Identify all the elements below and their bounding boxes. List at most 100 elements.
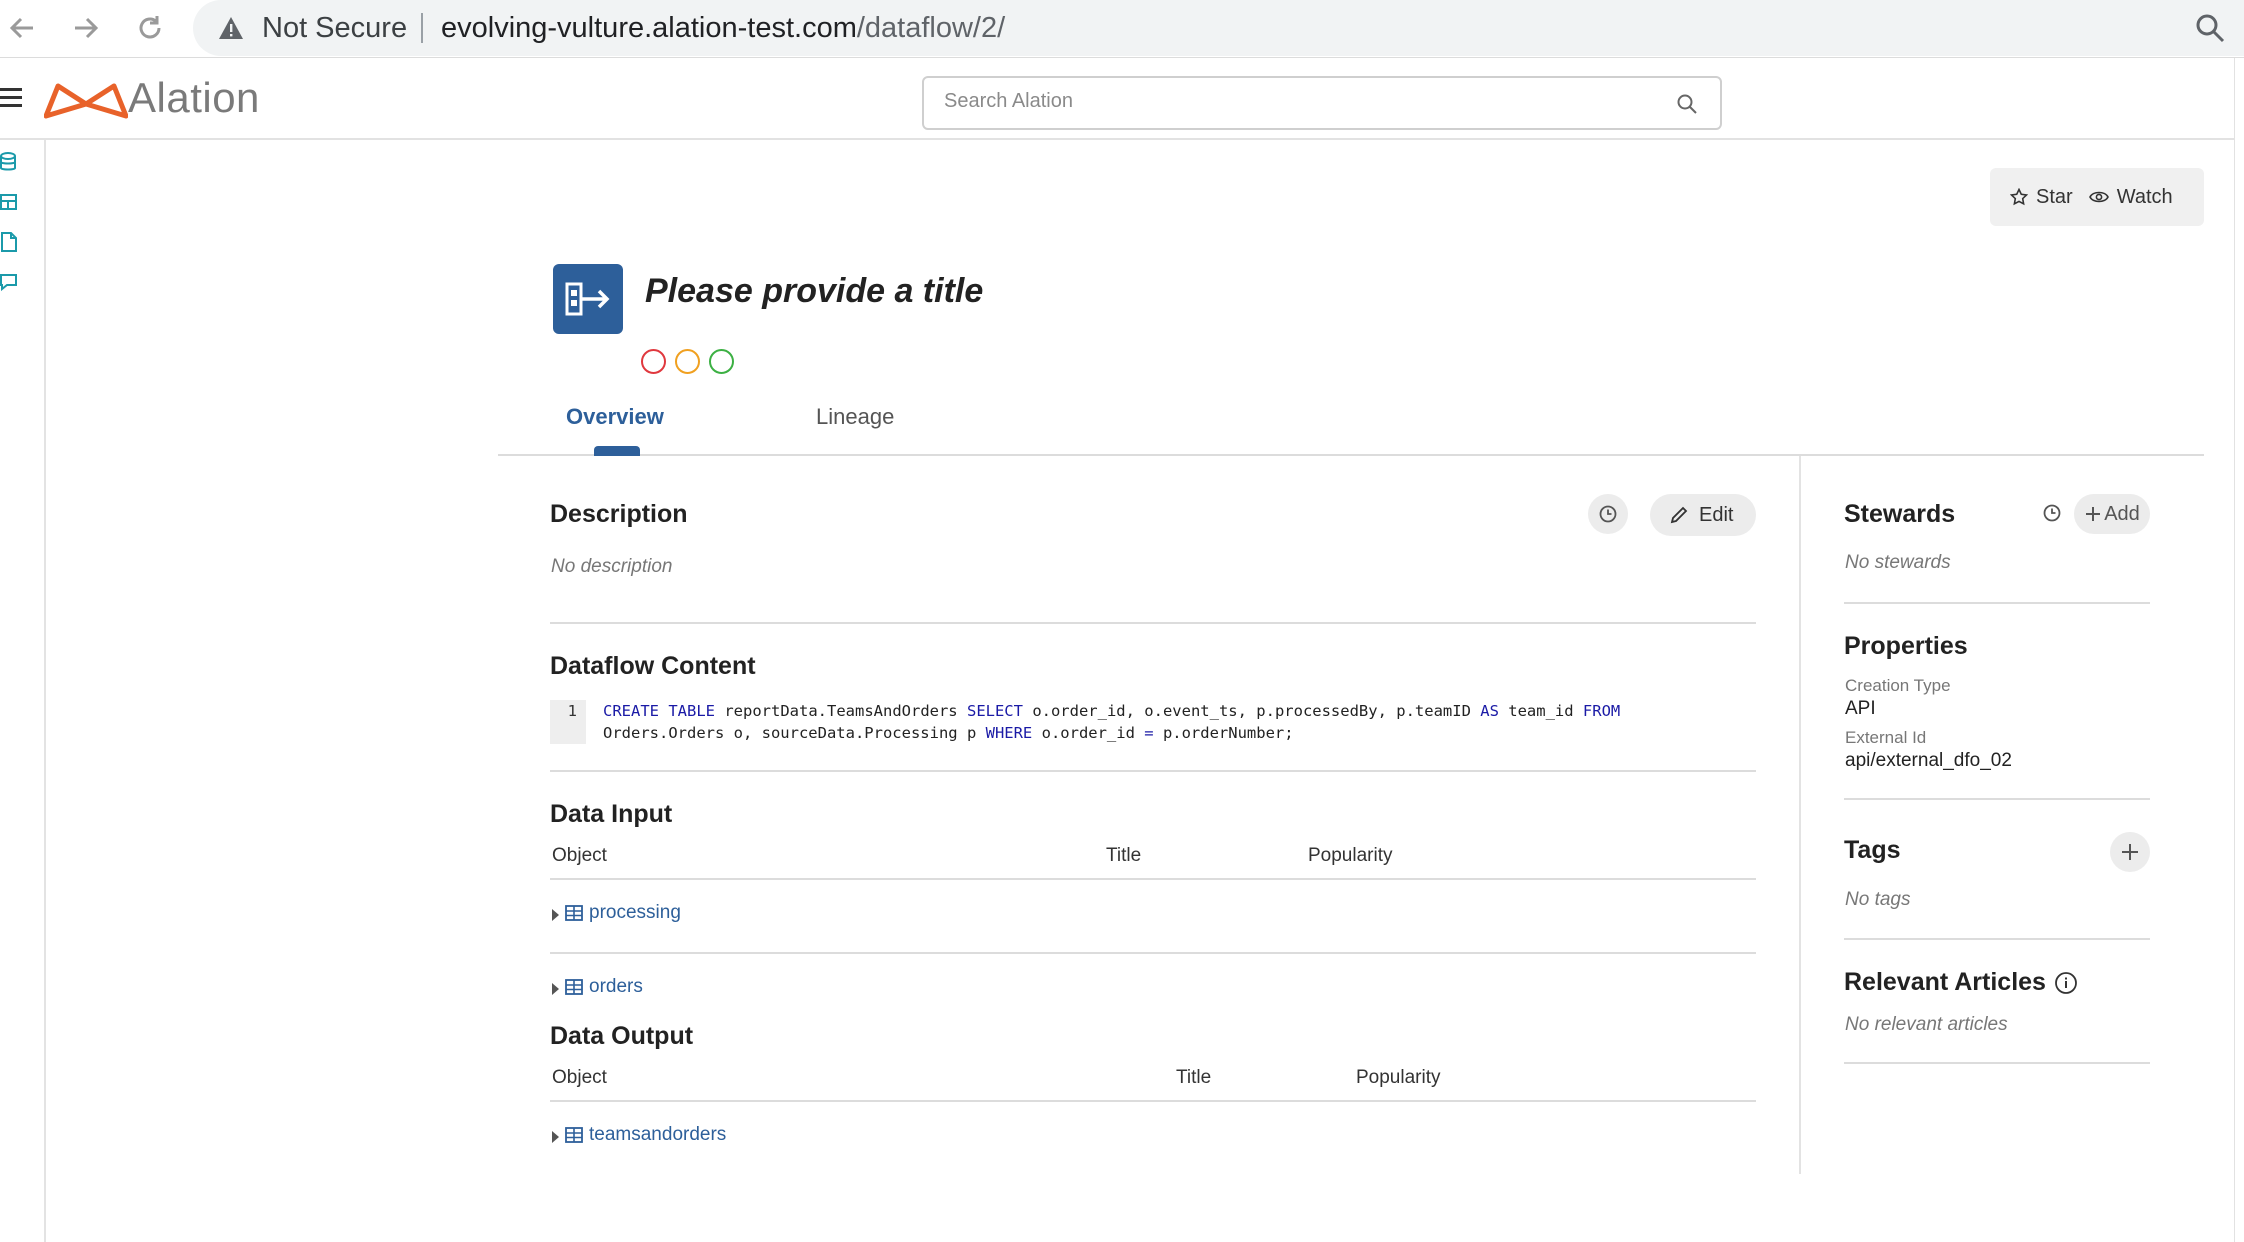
plus-icon — [2086, 507, 2101, 521]
zoom-icon[interactable] — [2194, 12, 2226, 44]
scrollbar[interactable] — [2234, 58, 2244, 1242]
tags-empty-text: No tags — [1845, 889, 1911, 910]
articles-heading-row: Relevant Articles — [1844, 968, 2078, 997]
object-link[interactable]: orders — [589, 976, 643, 998]
expand-caret-icon[interactable] — [552, 1131, 559, 1143]
articles-empty-text: No relevant articles — [1845, 1014, 2008, 1035]
divider — [1844, 602, 2150, 604]
divider — [1844, 1062, 2150, 1064]
stewards-empty-text: No stewards — [1845, 552, 1951, 573]
star-label: Star — [2036, 185, 2073, 208]
active-tab-indicator — [594, 446, 640, 456]
warning-signal-icon[interactable] — [675, 349, 700, 374]
property-label: External Id — [1845, 728, 1927, 747]
search-icon[interactable] — [1676, 93, 1698, 115]
divider — [550, 1100, 1756, 1102]
divider — [1844, 938, 2150, 940]
property-label: Creation Type — [1845, 676, 1951, 695]
back-arrow-icon[interactable] — [2, 8, 42, 48]
table-row[interactable]: orders — [552, 976, 643, 998]
object-link[interactable]: teamsandorders — [589, 1124, 726, 1146]
table-icon — [565, 905, 583, 921]
column-header-object[interactable]: Object — [552, 845, 607, 867]
database-icon[interactable] — [0, 152, 18, 172]
clock-icon — [1599, 505, 1617, 523]
column-header-popularity[interactable]: Popularity — [1356, 1067, 1441, 1089]
url-separator — [421, 13, 423, 43]
column-header-popularity[interactable]: Popularity — [1308, 845, 1393, 867]
page-title[interactable]: Please provide a title — [645, 272, 983, 311]
sql-code: CREATE TABLE reportData.TeamsAndOrders S… — [603, 702, 1621, 742]
properties-heading: Properties — [1844, 632, 1968, 660]
object-link[interactable]: processing — [589, 902, 681, 924]
reload-icon[interactable] — [130, 8, 170, 48]
line-number: 1 — [550, 700, 586, 744]
table-row[interactable]: processing — [552, 902, 681, 924]
dataflow-content-heading: Dataflow Content — [550, 652, 756, 680]
alation-logo-icon[interactable] — [44, 80, 128, 120]
data-output-heading: Data Output — [550, 1022, 694, 1050]
plus-icon — [2122, 844, 2138, 860]
warning-icon — [219, 17, 243, 39]
search-input[interactable] — [944, 90, 1644, 113]
data-input-heading: Data Input — [550, 800, 673, 828]
eye-icon — [2088, 191, 2109, 203]
browser-chrome: Not Secure evolving-vulture.alation-test… — [0, 0, 2244, 58]
add-tag-button[interactable] — [2110, 832, 2150, 872]
clock-icon — [2043, 504, 2061, 522]
column-header-title[interactable]: Title — [1106, 845, 1141, 867]
divider — [1844, 798, 2150, 800]
tab-bar: Overview Lineage — [498, 404, 2204, 456]
add-steward-button[interactable]: Add — [2074, 494, 2150, 534]
stewards-history-icon[interactable] — [2042, 503, 2062, 528]
column-header-title[interactable]: Title — [1176, 1067, 1211, 1089]
logo-text[interactable]: Alation — [128, 74, 260, 122]
trust-signals — [641, 349, 743, 374]
divider — [550, 952, 1756, 954]
tab-lineage[interactable]: Lineage — [816, 404, 894, 430]
menu-icon[interactable] — [0, 88, 22, 108]
pencil-icon — [1670, 506, 1688, 524]
property-value[interactable]: API — [1845, 698, 1876, 720]
watch-button[interactable]: Watch — [2088, 185, 2173, 209]
description-text[interactable]: No description — [551, 556, 672, 578]
app-header: Alation — [0, 58, 2234, 140]
document-icon[interactable] — [0, 232, 18, 252]
table-icon[interactable] — [0, 192, 18, 212]
divider — [550, 878, 1756, 880]
forward-arrow-icon[interactable] — [66, 8, 106, 48]
articles-heading: Relevant Articles — [1844, 968, 2046, 996]
watch-label: Watch — [2116, 185, 2173, 208]
description-heading: Description — [550, 500, 688, 528]
column-header-object[interactable]: Object — [552, 1067, 607, 1089]
star-icon — [2010, 188, 2028, 206]
expand-caret-icon[interactable] — [552, 983, 559, 995]
property-value[interactable]: api/external_dfo_02 — [1845, 750, 2012, 772]
table-row[interactable]: teamsandorders — [552, 1124, 726, 1146]
edit-button[interactable]: Edit — [1650, 494, 1756, 536]
star-button[interactable]: Star — [2010, 186, 2073, 209]
stewards-heading: Stewards — [1844, 500, 1956, 528]
security-label[interactable]: Not Secure — [262, 12, 407, 45]
description-history-button[interactable] — [1588, 494, 1628, 534]
table-icon — [565, 1127, 583, 1143]
info-icon[interactable] — [2054, 971, 2078, 995]
tab-overview[interactable]: Overview — [566, 404, 664, 430]
endorsement-signal-icon[interactable] — [709, 349, 734, 374]
edit-label: Edit — [1699, 503, 1734, 526]
divider — [550, 622, 1756, 624]
sql-code-block[interactable]: 1 CREATE TABLE reportData.TeamsAndOrders… — [550, 700, 1756, 744]
table-icon — [565, 979, 583, 995]
left-rail — [0, 140, 46, 1242]
url-text[interactable]: evolving-vulture.alation-test.com/datafl… — [441, 12, 1005, 45]
expand-caret-icon[interactable] — [552, 909, 559, 921]
dataflow-object-icon — [553, 264, 623, 334]
tags-heading: Tags — [1844, 836, 1901, 864]
deprecation-signal-icon[interactable] — [641, 349, 666, 374]
comment-icon[interactable] — [0, 272, 18, 292]
divider — [550, 770, 1756, 772]
search-box[interactable] — [922, 76, 1722, 130]
column-divider — [1799, 456, 1801, 1174]
add-label: Add — [2104, 502, 2140, 525]
star-watch-group: Star Watch — [1990, 168, 2204, 226]
